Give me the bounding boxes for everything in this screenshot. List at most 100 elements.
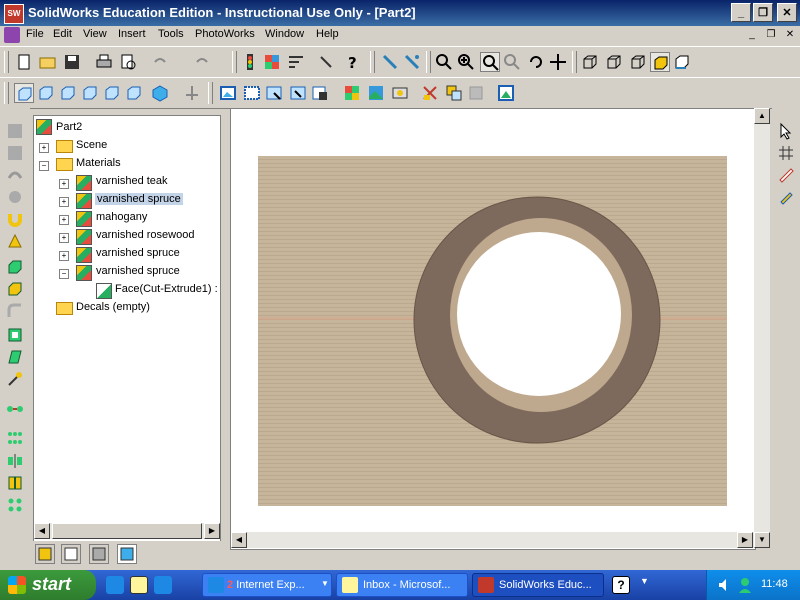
view-horizontal-scrollbar[interactable]: ◀ ▶ bbox=[231, 532, 755, 548]
toolbar-grip[interactable] bbox=[572, 51, 577, 73]
outlook-icon[interactable] bbox=[130, 576, 148, 594]
hole-icon[interactable] bbox=[6, 280, 24, 298]
render-area-icon[interactable] bbox=[242, 83, 262, 103]
tree-material-item-selected[interactable]: varnished spruce bbox=[95, 193, 183, 205]
tree-material-item[interactable]: varnished spruce bbox=[96, 247, 180, 259]
revolve-icon[interactable] bbox=[6, 166, 24, 184]
render-icon[interactable] bbox=[218, 83, 238, 103]
expand-toggle[interactable]: + bbox=[59, 233, 69, 243]
select-face-icon[interactable] bbox=[402, 52, 422, 72]
browser-icon[interactable] bbox=[154, 576, 172, 594]
help-tray-icon[interactable]: ? bbox=[612, 576, 630, 594]
toolbar-grip[interactable] bbox=[426, 51, 431, 73]
magnet-icon[interactable] bbox=[6, 210, 24, 228]
wand-icon[interactable] bbox=[6, 370, 24, 388]
rendered-part[interactable] bbox=[231, 109, 755, 549]
photoworks-options-icon[interactable] bbox=[496, 83, 516, 103]
close-button[interactable]: ✕ bbox=[777, 3, 797, 22]
scroll-left-button[interactable]: ◀ bbox=[231, 532, 247, 548]
new-document-icon[interactable] bbox=[14, 52, 34, 72]
linear-pattern-icon[interactable] bbox=[6, 400, 24, 418]
shaded-icon[interactable] bbox=[650, 52, 670, 72]
tree-root[interactable]: Part2 bbox=[56, 121, 82, 133]
collapse-toggle[interactable]: − bbox=[59, 269, 69, 279]
tree-materials[interactable]: Materials bbox=[76, 157, 121, 169]
render-to-file-icon[interactable] bbox=[310, 83, 330, 103]
document-menu-icon[interactable] bbox=[4, 27, 20, 43]
scroll-right-button[interactable]: ▶ bbox=[737, 532, 753, 548]
circular-pattern-icon[interactable] bbox=[6, 430, 24, 448]
menu-edit[interactable]: Edit bbox=[53, 28, 72, 40]
doc-minimize-button[interactable]: _ bbox=[745, 28, 759, 42]
zoom-area-icon[interactable] bbox=[480, 52, 500, 72]
tree-material-item[interactable]: varnished spruce bbox=[96, 265, 180, 277]
menu-view[interactable]: View bbox=[83, 28, 107, 40]
open-folder-icon[interactable] bbox=[38, 52, 58, 72]
view-top-icon[interactable] bbox=[102, 83, 122, 103]
zoom-in-icon[interactable] bbox=[456, 52, 476, 72]
grid-icon[interactable] bbox=[262, 52, 282, 72]
expand-toggle[interactable]: + bbox=[59, 251, 69, 261]
help-icon[interactable]: ? bbox=[342, 52, 362, 72]
measure-icon[interactable] bbox=[777, 166, 795, 184]
sweep-icon[interactable] bbox=[6, 188, 24, 206]
tree-material-item[interactable]: varnished teak bbox=[96, 175, 168, 187]
traffic-light-icon[interactable] bbox=[240, 52, 260, 72]
menu-window[interactable]: Window bbox=[265, 28, 304, 40]
menu-file[interactable]: File bbox=[26, 28, 44, 40]
tree-decals[interactable]: Decals (empty) bbox=[76, 301, 150, 313]
render-selection-icon[interactable] bbox=[264, 83, 284, 103]
shadows-icon[interactable] bbox=[672, 52, 692, 72]
print-preview-icon[interactable] bbox=[118, 52, 138, 72]
messenger-icon[interactable] bbox=[737, 577, 753, 593]
extrude-cut-icon[interactable] bbox=[6, 258, 24, 276]
expand-toggle[interactable]: + bbox=[59, 179, 69, 189]
fillet-icon[interactable] bbox=[6, 302, 24, 320]
toolbar-grip[interactable] bbox=[208, 82, 213, 104]
options-icon[interactable] bbox=[286, 52, 306, 72]
scroll-left-button[interactable]: ◀ bbox=[34, 523, 50, 539]
view-bottom-icon[interactable] bbox=[124, 83, 144, 103]
view-vertical-scrollbar[interactable]: ▲ ▼ bbox=[754, 108, 770, 548]
pan-icon[interactable] bbox=[548, 52, 568, 72]
maximize-button[interactable]: ❐ bbox=[753, 3, 773, 22]
view-right-icon[interactable] bbox=[80, 83, 100, 103]
scene-icon[interactable] bbox=[366, 83, 386, 103]
redo-icon[interactable] bbox=[192, 52, 212, 72]
clock[interactable]: 11:48 bbox=[761, 578, 788, 590]
expand-toggle[interactable]: + bbox=[59, 215, 69, 225]
menu-help[interactable]: Help bbox=[316, 28, 339, 40]
wireframe-icon[interactable] bbox=[580, 52, 600, 72]
tree-horizontal-scrollbar[interactable]: ◀ ▶ bbox=[34, 523, 220, 539]
shell-icon[interactable] bbox=[6, 326, 24, 344]
photoworks-tab[interactable] bbox=[117, 544, 137, 564]
scroll-up-button[interactable]: ▲ bbox=[754, 108, 770, 124]
internet-explorer-icon[interactable] bbox=[106, 576, 124, 594]
scroll-down-button[interactable]: ▼ bbox=[754, 532, 770, 548]
select-edge-icon[interactable] bbox=[380, 52, 400, 72]
solidworks-logo-icon[interactable]: SW bbox=[4, 4, 24, 24]
whats-this-icon[interactable] bbox=[316, 52, 336, 72]
dome-icon[interactable] bbox=[6, 232, 24, 250]
minimize-button[interactable]: _ bbox=[731, 3, 751, 22]
print-icon[interactable] bbox=[94, 52, 114, 72]
zoom-out-icon[interactable] bbox=[502, 52, 522, 72]
view-left-icon[interactable] bbox=[58, 83, 78, 103]
paste-appearance-icon[interactable] bbox=[444, 83, 464, 103]
sketch-pencil-icon[interactable] bbox=[777, 188, 795, 206]
toolbar-grip[interactable] bbox=[232, 51, 237, 73]
propertymanager-tab[interactable] bbox=[61, 544, 81, 564]
task-inbox[interactable]: Inbox - Microsof... bbox=[336, 573, 468, 597]
volume-icon[interactable] bbox=[717, 577, 733, 593]
expand-scene-toggle[interactable]: + bbox=[39, 143, 49, 153]
task-solidworks-active[interactable]: SolidWorks Educ... bbox=[472, 573, 604, 597]
materials-icon[interactable] bbox=[342, 83, 362, 103]
select-arrow-icon[interactable] bbox=[777, 122, 795, 140]
save-icon[interactable] bbox=[62, 52, 82, 72]
expand-toggle[interactable]: + bbox=[59, 197, 69, 207]
doc-restore-button[interactable]: ❐ bbox=[764, 28, 778, 42]
draft-icon[interactable] bbox=[6, 348, 24, 366]
menu-photoworks[interactable]: PhotoWorks bbox=[195, 28, 255, 40]
undo-icon[interactable] bbox=[150, 52, 170, 72]
scroll-right-button[interactable]: ▶ bbox=[204, 523, 220, 539]
